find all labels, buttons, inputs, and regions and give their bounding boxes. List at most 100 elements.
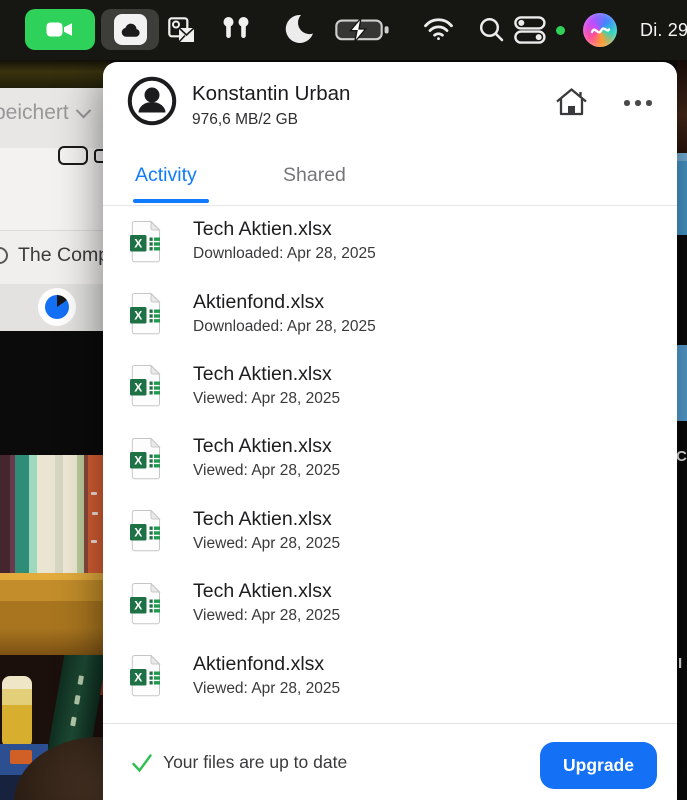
onedrive-menu-button[interactable] [101, 9, 159, 50]
check-icon [132, 754, 152, 773]
spotlight-search-icon[interactable] [477, 15, 505, 43]
file-status: Viewed: Apr 28, 2025 [193, 679, 341, 697]
video-camera-icon [46, 22, 72, 37]
file-text: Aktienfond.xlsx Downloaded: Apr 28, 2025 [193, 291, 376, 337]
svg-text:X: X [134, 526, 142, 540]
book-spine-text [91, 492, 97, 495]
background-strip [677, 235, 687, 345]
saved-dropdown-label: peichert [0, 101, 69, 124]
background-dark [0, 331, 103, 455]
file-name: Aktienfond.xlsx [193, 652, 325, 675]
file-status: Viewed: Apr 28, 2025 [193, 389, 341, 407]
globe-icon [0, 247, 8, 264]
background-strip [677, 421, 687, 800]
date-label: Di. 29 [640, 19, 687, 40]
book-spine-text [74, 694, 81, 705]
home-button[interactable] [552, 84, 590, 120]
ellipsis-icon [646, 100, 652, 106]
file-text: Tech Aktien.xlsx Viewed: Apr 28, 2025 [193, 363, 340, 409]
list-item[interactable]: X Tech Aktien.xlsx Viewed: Apr 28, 2025 [103, 422, 677, 494]
screen: peichert The Comp C I Di. 29 Konstantin … [0, 0, 687, 800]
list-item[interactable]: X Tech Aktien.xlsx Viewed: Apr 28, 2025 [103, 495, 677, 567]
control-center-icon[interactable] [513, 15, 546, 44]
file-text: Tech Aktien.xlsx Viewed: Apr 28, 2025 [193, 435, 340, 481]
panel-footer: Your files are up to date Upgrade [103, 723, 677, 800]
airpods-icon[interactable] [221, 14, 251, 44]
book-spine-text [77, 675, 84, 686]
list-item[interactable]: X Tech Aktien.xlsx Viewed: Apr 28, 2025 [103, 567, 677, 639]
pie-chart-glyph [45, 295, 69, 319]
background-strip [677, 58, 687, 153]
excel-file-icon: X [130, 581, 161, 624]
window-title-label: The Comp [18, 244, 110, 266]
book-spine-text [70, 716, 77, 727]
svg-text:X: X [134, 236, 142, 250]
tab-activity[interactable]: Activity [135, 164, 197, 187]
battery-charging-icon[interactable] [333, 17, 393, 43]
file-text: Tech Aktien.xlsx Downloaded: Apr 28, 202… [193, 218, 376, 264]
active-tab-indicator [133, 199, 209, 203]
background-glyph: I [678, 655, 683, 672]
svg-text:X: X [134, 381, 142, 395]
wifi-icon[interactable] [423, 16, 454, 42]
saved-dropdown: peichert [0, 101, 91, 125]
background-strip [677, 345, 687, 421]
status-dot-icon [556, 26, 565, 35]
excel-file-icon: X [130, 654, 161, 697]
svg-text:X: X [134, 671, 142, 685]
file-name: Tech Aktien.xlsx [193, 435, 332, 458]
menubar-clock[interactable]: Di. 29 [640, 0, 687, 60]
file-name: Tech Aktien.xlsx [193, 507, 332, 530]
background-band [0, 58, 110, 88]
excel-file-icon: X [130, 219, 161, 262]
upgrade-button[interactable]: Upgrade [540, 742, 657, 789]
file-status: Viewed: Apr 28, 2025 [193, 462, 341, 480]
focus-moon-icon[interactable] [283, 13, 315, 45]
list-item[interactable]: X Tech Aktien.xlsx Downloaded: Apr 28, 2… [103, 205, 677, 277]
file-name: Tech Aktien.xlsx [193, 362, 332, 385]
file-status: Viewed: Apr 28, 2025 [193, 607, 341, 625]
pie-chart-icon [38, 288, 76, 326]
file-name: Tech Aktien.xlsx [193, 218, 332, 241]
list-item[interactable]: X Aktienfond.xlsx Downloaded: Apr 28, 20… [103, 277, 677, 349]
ellipsis-icon [624, 100, 630, 106]
siri-icon[interactable] [583, 13, 617, 47]
background-strip [677, 153, 687, 235]
excel-file-icon: X [130, 509, 161, 552]
book-spine-text [91, 540, 97, 543]
bookshelf-photo [0, 455, 103, 573]
desk-scene [0, 655, 103, 800]
yellow-object [2, 676, 32, 748]
home-icon [555, 87, 587, 115]
onedrive-panel: Konstantin Urban 976,6 MB/2 GB Activity … [103, 62, 677, 800]
file-name: Aktienfond.xlsx [193, 290, 325, 313]
file-text: Tech Aktien.xlsx Viewed: Apr 28, 2025 [193, 508, 340, 554]
background-button-icon [58, 146, 88, 165]
storage-usage: 976,6 MB/2 GB [192, 111, 298, 128]
tab-shared[interactable]: Shared [283, 164, 346, 187]
list-item[interactable]: X Aktienfond.xlsx Viewed: Apr 28, 2025 [103, 639, 677, 711]
file-name: Tech Aktien.xlsx [193, 580, 332, 603]
svg-text:X: X [134, 453, 142, 467]
file-text: Tech Aktien.xlsx Viewed: Apr 28, 2025 [193, 580, 340, 626]
file-status: Viewed: Apr 28, 2025 [193, 534, 341, 552]
more-options-button[interactable] [617, 92, 659, 114]
file-status: Downloaded: Apr 28, 2025 [193, 317, 376, 335]
chevron-down-icon [75, 102, 91, 118]
facetime-camera-button[interactable] [25, 9, 95, 50]
sync-status-text: Your files are up to date [163, 752, 348, 772]
ellipsis-icon [635, 100, 641, 106]
image-capture-icon[interactable] [167, 13, 197, 47]
avatar[interactable] [127, 76, 177, 126]
background-glyph [94, 149, 103, 163]
svg-text:X: X [134, 309, 142, 323]
book-spine-text [92, 512, 98, 515]
book-label [10, 750, 32, 764]
activity-file-list[interactable]: X Tech Aktien.xlsx Downloaded: Apr 28, 2… [103, 205, 677, 723]
excel-file-icon: X [130, 364, 161, 407]
file-text: Aktienfond.xlsx Viewed: Apr 28, 2025 [193, 653, 340, 699]
list-item[interactable]: X Tech Aktien.xlsx Viewed: Apr 28, 2025 [103, 350, 677, 422]
excel-file-icon: X [130, 437, 161, 480]
onedrive-cloud-icon [113, 14, 147, 45]
background-glyph: C [676, 448, 687, 465]
